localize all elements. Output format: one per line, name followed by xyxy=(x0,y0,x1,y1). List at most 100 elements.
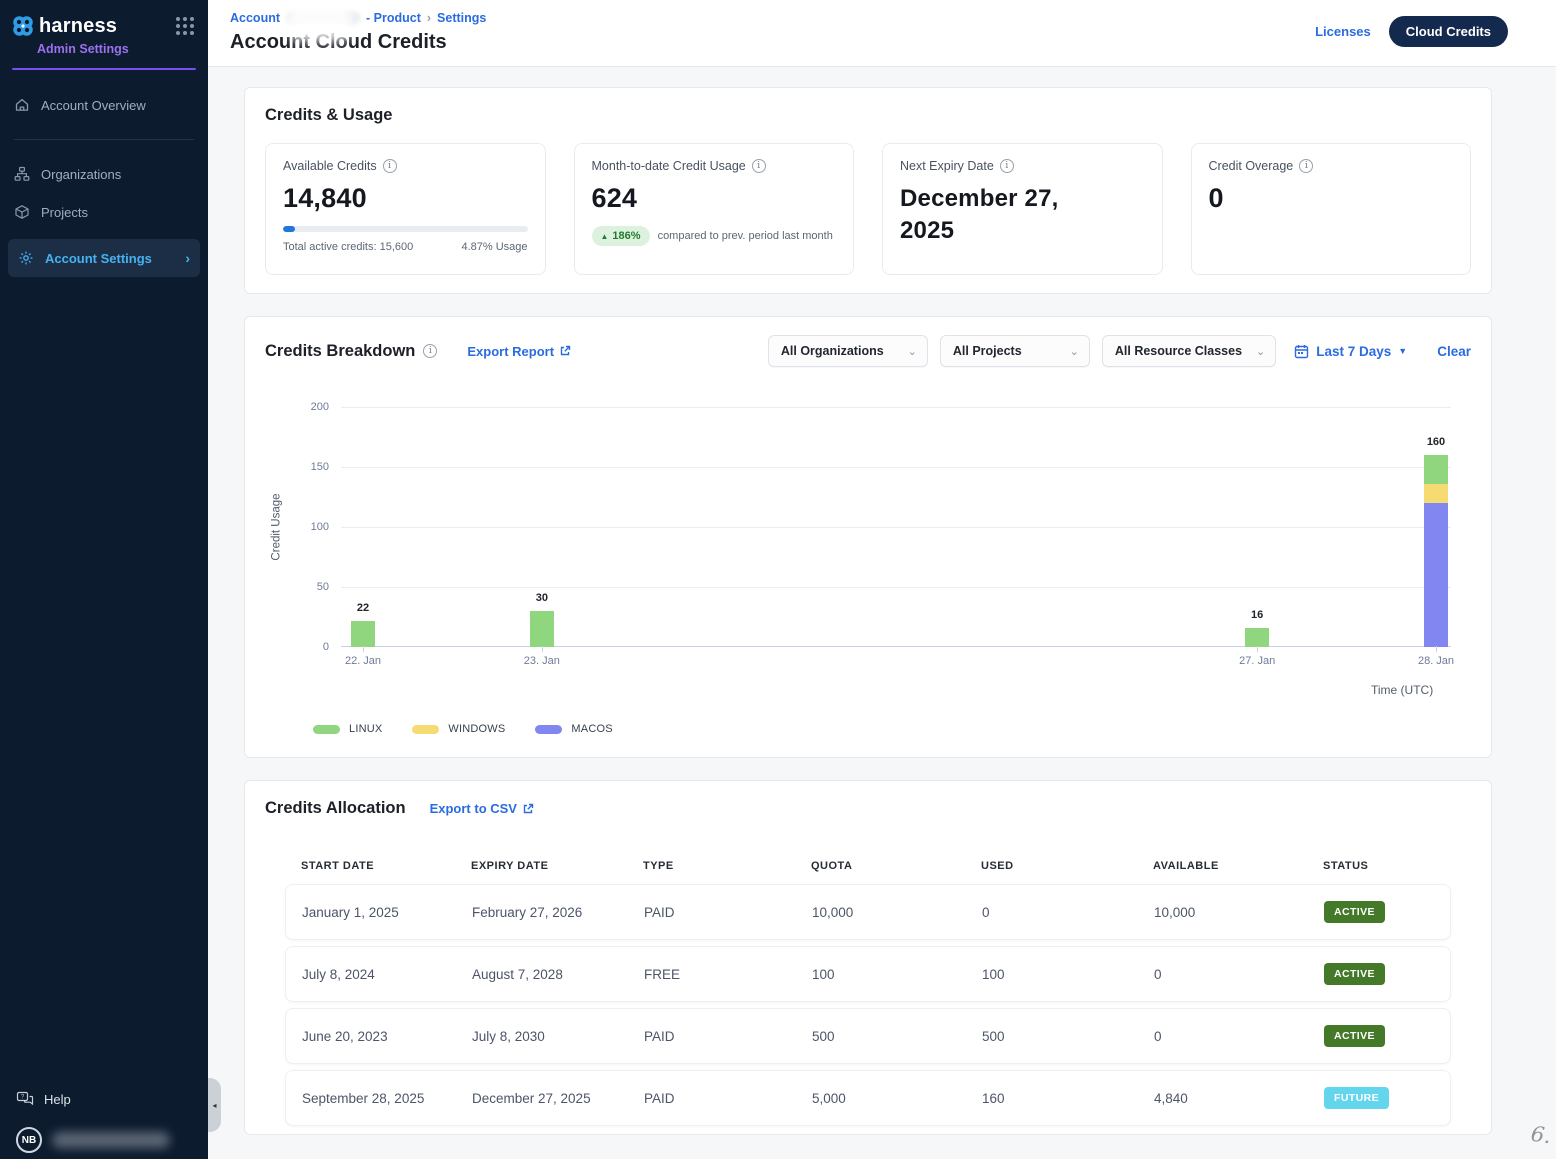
credit-overage-value: 0 xyxy=(1209,183,1454,214)
resource-classes-select[interactable]: All Resource Classes⌄ xyxy=(1102,335,1276,367)
external-link-icon xyxy=(559,345,571,357)
breadcrumb-product-link[interactable]: - Product xyxy=(366,11,421,25)
chevron-right-icon: › xyxy=(185,250,190,266)
sidebar-nav: Account Overview Organizations Projects … xyxy=(0,86,208,277)
breakdown-header: Credits Breakdown i Export Report All Or… xyxy=(265,335,1471,367)
legend-item-linux[interactable]: LINUX xyxy=(313,723,382,735)
available-cell: 10,000 xyxy=(1138,905,1308,920)
bar-segment-linux xyxy=(530,611,554,647)
x-tick-label: 27. Jan xyxy=(1217,655,1297,667)
used-cell: 0 xyxy=(966,905,1138,920)
stat-label: Available Credits xyxy=(283,159,377,173)
credits-progress-fill xyxy=(283,226,295,232)
legend-swatch xyxy=(535,725,562,734)
brand-name: harness xyxy=(39,15,117,38)
type-cell: PAID xyxy=(628,905,796,920)
mtd-usage-card: Month-to-date Credit Usagei 624 ▲186% co… xyxy=(574,143,855,275)
chevron-down-icon: ⌄ xyxy=(1256,345,1265,358)
y-tick-label: 50 xyxy=(317,581,329,593)
status-badge: FUTURE xyxy=(1324,1087,1389,1109)
breadcrumb-account-link[interactable]: Account xyxy=(230,11,280,25)
sidebar-collapse-handle[interactable]: ◂ xyxy=(208,1078,221,1132)
export-report-link[interactable]: Export Report xyxy=(467,344,571,359)
sidebar-footer: ? Help NB xyxy=(0,1083,208,1153)
type-cell: FREE xyxy=(628,967,796,982)
total-active-credits: Total active credits: 15,600 xyxy=(283,241,413,253)
export-csv-link[interactable]: Export to CSV xyxy=(430,801,534,816)
table-row: July 8, 2024August 7, 2028FREE1001000ACT… xyxy=(285,946,1451,1002)
x-tick-mark xyxy=(542,646,543,652)
gear-icon xyxy=(18,250,34,266)
x-axis-title: Time (UTC) xyxy=(1371,683,1485,697)
bar-segment-windows xyxy=(1424,484,1448,503)
y-tick-label: 0 xyxy=(323,641,329,653)
column-header: EXPIRY DATE xyxy=(455,860,627,872)
user-row[interactable]: NB xyxy=(0,1115,208,1153)
cloud-credits-button[interactable]: Cloud Credits xyxy=(1389,16,1508,47)
table-row: June 20, 2023July 8, 2030PAID5005000ACTI… xyxy=(285,1008,1451,1064)
up-arrow-icon: ▲ xyxy=(601,232,609,241)
screen: harness Admin Settings Account Overview … xyxy=(0,0,1556,1159)
bar-value-label: 22 xyxy=(333,602,393,614)
help-label: Help xyxy=(44,1092,71,1107)
info-icon[interactable]: i xyxy=(1299,159,1313,173)
info-icon[interactable]: i xyxy=(423,344,437,358)
sidebar-item-organizations[interactable]: Organizations xyxy=(0,155,208,193)
x-tick-label: 22. Jan xyxy=(323,655,403,667)
home-icon xyxy=(14,97,30,113)
sidebar-item-label: Organizations xyxy=(41,167,121,182)
org-chart-icon xyxy=(14,166,30,182)
external-link-icon xyxy=(522,803,534,815)
page-content: Credits & Usage Available Creditsi 14,84… xyxy=(208,67,1556,1157)
clear-filters-link[interactable]: Clear xyxy=(1437,344,1471,359)
sidebar-item-projects[interactable]: Projects xyxy=(0,193,208,231)
sidebar-item-account-settings[interactable]: Account Settings › xyxy=(8,239,200,277)
quota-cell: 5,000 xyxy=(796,1091,966,1106)
credits-allocation-heading: Credits Allocation xyxy=(265,799,406,818)
stat-label: Credit Overage xyxy=(1209,159,1294,173)
stat-label: Next Expiry Date xyxy=(900,159,994,173)
status-cell: ACTIVE xyxy=(1308,1025,1450,1047)
start-date-cell: July 8, 2024 xyxy=(286,967,456,982)
licenses-link[interactable]: Licenses xyxy=(1315,24,1371,39)
mtd-usage-value: 624 xyxy=(592,183,837,214)
x-tick-label: 28. Jan xyxy=(1396,655,1476,667)
type-cell: PAID xyxy=(628,1091,796,1106)
column-header: TYPE xyxy=(627,860,795,872)
credits-allocation-section: Credits Allocation Export to CSV START D… xyxy=(244,780,1492,1135)
delta-note: compared to prev. period last month xyxy=(658,230,833,242)
info-icon[interactable]: i xyxy=(1000,159,1014,173)
help-chat-icon: ? xyxy=(16,1091,34,1107)
info-icon[interactable]: i xyxy=(752,159,766,173)
breadcrumb-settings-link[interactable]: Settings xyxy=(437,11,486,25)
info-icon[interactable]: i xyxy=(383,159,397,173)
projects-select[interactable]: All Projects⌄ xyxy=(940,335,1090,367)
legend-swatch xyxy=(313,725,340,734)
credits-usage-section: Credits & Usage Available Creditsi 14,84… xyxy=(244,87,1492,294)
table-row: September 28, 2025December 27, 2025PAID5… xyxy=(285,1070,1451,1126)
stat-cards-row: Available Creditsi 14,840 Total active c… xyxy=(265,143,1471,275)
organizations-select[interactable]: All Organizations⌄ xyxy=(768,335,928,367)
bar-segment-linux xyxy=(1424,455,1448,484)
next-expiry-card: Next Expiry Datei December 27, 2025 xyxy=(882,143,1163,275)
app-launcher-icon[interactable] xyxy=(176,17,194,35)
logo-row: harness xyxy=(0,0,208,39)
legend-item-windows[interactable]: WINDOWS xyxy=(412,723,505,735)
sidebar-item-account-overview[interactable]: Account Overview xyxy=(0,86,208,124)
expiry-date-cell: August 7, 2028 xyxy=(456,967,628,982)
table-row: January 1, 2025February 27, 2026PAID10,0… xyxy=(285,884,1451,940)
chart-plot-area: 0501001502002222. Jan3023. Jan1627. Jan1… xyxy=(341,407,1451,647)
start-date-cell: June 20, 2023 xyxy=(286,1029,456,1044)
legend-item-macos[interactable]: MACOS xyxy=(535,723,612,735)
expiry-date-cell: July 8, 2030 xyxy=(456,1029,628,1044)
status-badge: ACTIVE xyxy=(1324,963,1385,985)
date-range-picker[interactable]: Last 7 Days ▼ xyxy=(1294,344,1407,359)
column-header: AVAILABLE xyxy=(1137,860,1307,872)
svg-text:?: ? xyxy=(21,1095,25,1101)
redacted-username xyxy=(52,1132,170,1148)
quota-cell: 100 xyxy=(796,967,966,982)
credits-usage-heading: Credits & Usage xyxy=(265,106,1471,125)
bar-value-label: 30 xyxy=(512,592,572,604)
help-button[interactable]: ? Help xyxy=(0,1083,208,1115)
credits-breakdown-section: Credits Breakdown i Export Report All Or… xyxy=(244,316,1492,758)
